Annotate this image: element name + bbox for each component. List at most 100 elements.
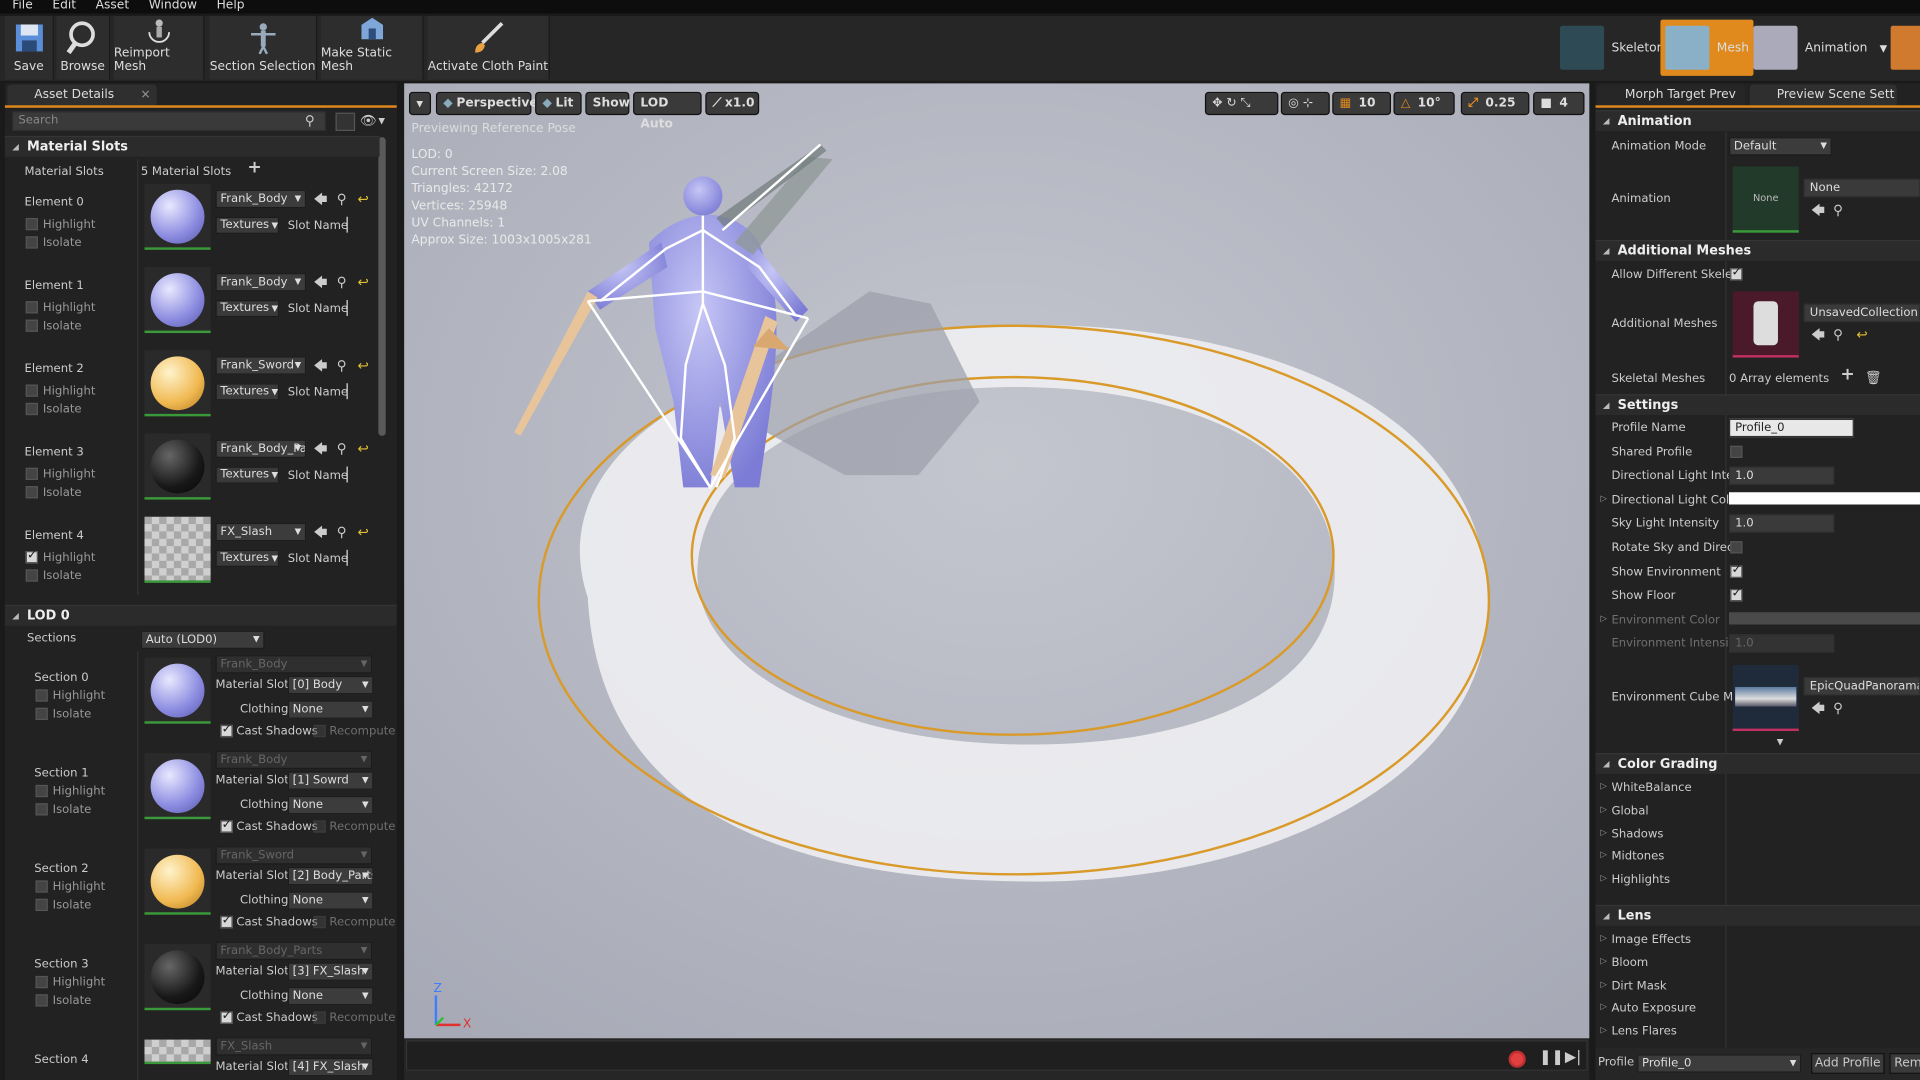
expand-icon[interactable]: ▼ — [1777, 736, 1784, 749]
collapsed-category[interactable]: Shadows — [1611, 827, 1663, 840]
textures-dropdown[interactable]: Textures — [215, 300, 280, 318]
menu-file[interactable]: File — [12, 0, 32, 13]
clothing-dropdown[interactable]: None — [287, 986, 374, 1006]
activate-cloth-paint-button[interactable]: Activate Cloth Paint — [427, 15, 550, 80]
close-icon[interactable]: × — [140, 84, 150, 105]
isolate-checkbox[interactable] — [25, 402, 38, 416]
transform-tools[interactable]: ✥ ↻ ⤡ — [1204, 91, 1279, 116]
browse-button[interactable]: Browse — [56, 15, 111, 80]
material-slot-dropdown[interactable]: [2] Body_Parts — [287, 866, 374, 886]
expand-arrow-icon[interactable]: ▷ — [1600, 804, 1607, 814]
setting-checkbox[interactable] — [1730, 541, 1743, 554]
profile-dropdown[interactable]: Profile_0 — [1637, 1054, 1802, 1073]
reset-icon[interactable]: ↩ — [358, 442, 369, 455]
collapsed-category[interactable]: Global — [1611, 804, 1648, 817]
cast-shadows-checkbox[interactable] — [220, 818, 233, 833]
sections-lod-dropdown[interactable]: Auto (LOD0) — [140, 630, 265, 649]
use-selected-icon[interactable]: 🡄 — [1811, 328, 1825, 341]
browse-asset-icon[interactable]: ⚲ — [337, 192, 347, 205]
add-profile-button[interactable]: Add Profile — [1811, 1053, 1885, 1074]
additional-meshes-field[interactable]: UnsavedCollection — [1803, 303, 1920, 323]
textures-dropdown[interactable]: Textures — [215, 216, 280, 234]
material-dropdown[interactable]: Frank_Body — [215, 273, 307, 292]
material-slot-dropdown[interactable]: [4] FX_Slash — [287, 1057, 374, 1077]
add-icon[interactable]: + — [1840, 366, 1854, 383]
playback-speed-button[interactable]: ⟋ x1.0 — [705, 91, 760, 116]
save-button[interactable]: Save — [4, 15, 54, 80]
collapsed-category[interactable]: Lens Flares — [1611, 1025, 1676, 1038]
expand-arrow-icon[interactable]: ▷ — [1600, 956, 1607, 966]
slot-name-input[interactable] — [346, 300, 348, 316]
highlight-checkbox[interactable] — [35, 784, 48, 798]
environment-cube-map-field[interactable]: EpicQuadPanorama_CC — [1803, 677, 1920, 696]
highlight-checkbox[interactable] — [25, 217, 38, 231]
show-button[interactable]: Show — [585, 91, 630, 116]
slot-name-input[interactable] — [346, 383, 348, 400]
record-button[interactable] — [1508, 1050, 1526, 1068]
animation-mode-dropdown[interactable]: Default — [1728, 137, 1832, 156]
scrollbar[interactable] — [378, 137, 386, 436]
lod-header[interactable]: LOD 0 — [4, 604, 397, 627]
browse-asset-icon[interactable]: ⚲ — [337, 442, 347, 455]
cast-shadows-checkbox[interactable] — [220, 913, 233, 929]
material-slot-dropdown[interactable]: [1] Sowrd — [287, 771, 374, 790]
expand-arrow-icon[interactable]: ▷ — [1600, 613, 1607, 623]
highlight-checkbox[interactable] — [25, 549, 38, 564]
setting-number-input[interactable]: 1.0 — [1728, 466, 1835, 486]
browse-asset-icon[interactable]: ⚲ — [337, 525, 347, 538]
step-forward-button[interactable]: ▶| — [1565, 1049, 1581, 1064]
remove-profile-button[interactable]: Rem — [1889, 1053, 1920, 1074]
skeleton-mode-button[interactable]: Skeleton — [1555, 20, 1669, 76]
grid-view-icon[interactable] — [335, 112, 356, 132]
clothing-dropdown[interactable]: None — [287, 795, 374, 815]
expand-arrow-icon[interactable]: ▷ — [1600, 1002, 1607, 1012]
collapsed-category[interactable]: Auto Exposure — [1611, 1002, 1696, 1015]
menu-asset[interactable]: Asset — [96, 0, 129, 13]
additional-meshes-header[interactable]: Additional Meshes — [1595, 240, 1920, 262]
isolate-checkbox[interactable] — [35, 803, 48, 816]
menu-window[interactable]: Window — [149, 0, 197, 13]
use-selected-icon[interactable]: 🡄 — [313, 525, 327, 538]
tab-asset-details[interactable]: Asset Details × — [7, 84, 157, 106]
material-dropdown[interactable]: FX_Slash — [215, 522, 307, 542]
tab-morph-target-preview[interactable]: Morph Target Prev — [1597, 84, 1745, 106]
camera-speed-button[interactable]: ■ 4 — [1533, 91, 1585, 116]
collapsed-category[interactable]: Bloom — [1611, 956, 1648, 969]
highlight-checkbox[interactable] — [35, 880, 48, 893]
material-dropdown[interactable]: Frank_Body — [215, 189, 307, 209]
material-thumbnail[interactable] — [144, 266, 211, 334]
section-material-thumbnail[interactable] — [144, 1039, 211, 1065]
grid-snap-button[interactable]: ▦ 10 — [1332, 91, 1392, 116]
textures-dropdown[interactable]: Textures — [215, 549, 280, 567]
use-selected-icon[interactable]: 🡄 — [313, 442, 327, 455]
mesh-mode-button[interactable]: Mesh — [1660, 19, 1754, 76]
reset-icon[interactable]: ↩ — [1856, 328, 1867, 341]
expand-arrow-icon[interactable]: ▷ — [1600, 827, 1607, 837]
textures-dropdown[interactable]: Textures — [215, 466, 280, 484]
menu-help[interactable]: Help — [217, 0, 245, 13]
lit-button[interactable]: ◆ Lit — [535, 91, 582, 116]
section-material-thumbnail[interactable] — [144, 657, 211, 724]
setting-checkbox[interactable] — [1730, 587, 1743, 602]
cast-shadows-checkbox[interactable] — [220, 722, 233, 738]
browse-asset-icon[interactable]: ⚲ — [1833, 702, 1843, 715]
animation-mode-button[interactable]: Animation ▼ — [1749, 20, 1892, 76]
expand-arrow-icon[interactable]: ▷ — [1600, 979, 1607, 989]
highlight-checkbox[interactable] — [25, 384, 38, 397]
collapsed-category[interactable]: Image Effects — [1611, 933, 1691, 946]
use-selected-icon[interactable]: 🡄 — [1811, 702, 1825, 715]
reset-icon[interactable]: ↩ — [358, 525, 369, 538]
animation-thumbnail[interactable]: None — [1732, 166, 1799, 233]
highlight-checkbox[interactable] — [35, 689, 48, 702]
slot-name-input[interactable] — [346, 466, 348, 483]
animation-header[interactable]: Animation — [1595, 110, 1920, 132]
search-input[interactable]: Search — [12, 111, 326, 132]
animation-asset-field[interactable]: None — [1803, 178, 1920, 198]
expand-arrow-icon[interactable]: ▷ — [1600, 933, 1607, 943]
use-selected-icon[interactable]: 🡄 — [313, 276, 327, 289]
eye-icon[interactable]: 👁 — [360, 114, 377, 127]
perspective-button[interactable]: ◆ Perspective — [435, 91, 538, 116]
slot-name-input[interactable] — [346, 549, 348, 566]
section-material-thumbnail[interactable] — [144, 753, 211, 820]
section-material-thumbnail[interactable] — [144, 848, 211, 915]
